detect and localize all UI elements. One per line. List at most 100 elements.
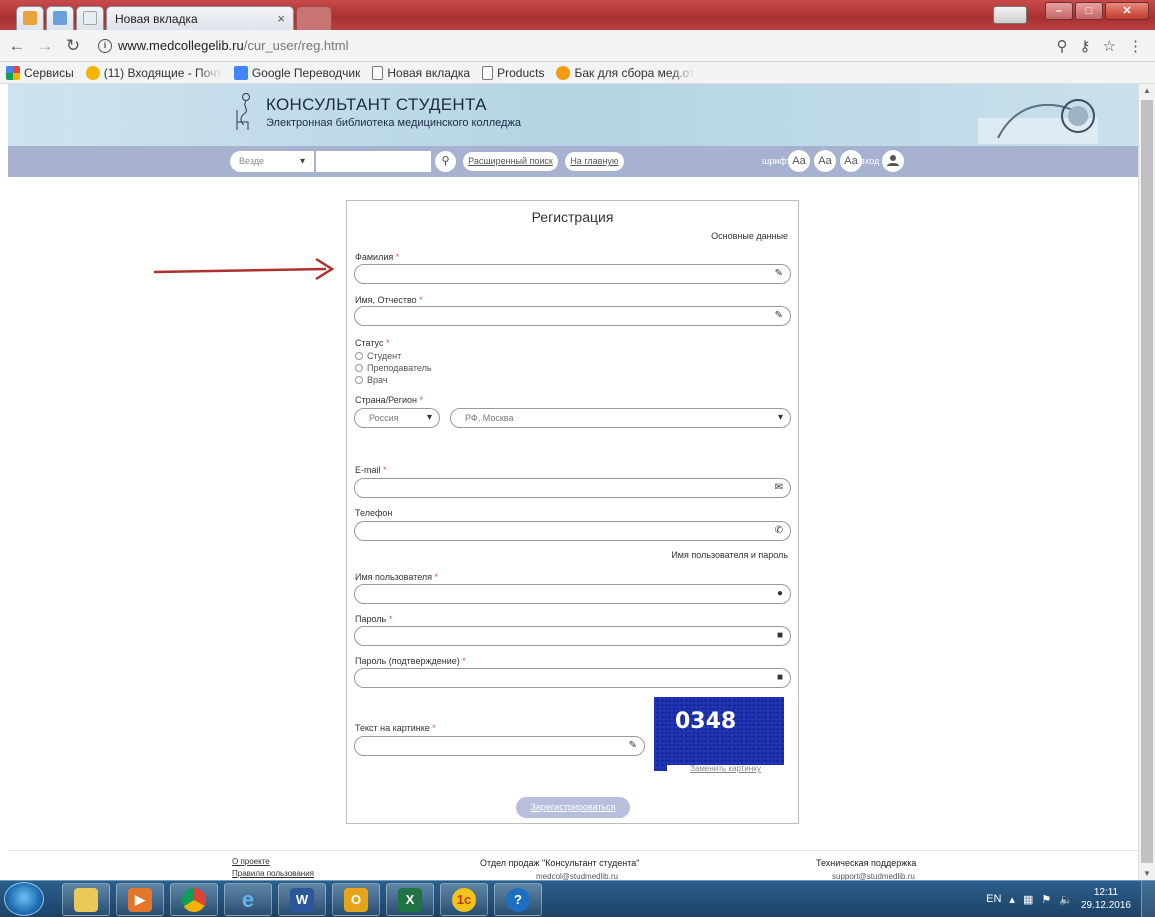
key-icon[interactable]: ⚷ bbox=[1080, 37, 1091, 55]
name-label: Имя, Отчество * bbox=[355, 295, 423, 305]
lock-icon: ■ bbox=[776, 672, 783, 683]
address-bar[interactable]: i www.medcollegelib.ru/cur_user/reg.html bbox=[92, 34, 1047, 58]
scroll-up-icon[interactable]: ▲ bbox=[1143, 86, 1151, 95]
taskbar-media-player[interactable]: ▶ bbox=[116, 883, 164, 916]
username-label: Имя пользователя * bbox=[355, 572, 438, 582]
support-title: Техническая поддержка bbox=[816, 858, 917, 868]
bookmark-label: Бак для сбора мед.от bbox=[574, 65, 695, 80]
required-mark: * bbox=[395, 252, 400, 262]
forward-icon[interactable]: → bbox=[36, 36, 54, 56]
bookmark-translate[interactable]: Google Переводчик bbox=[233, 65, 360, 80]
minimize-button[interactable]: – bbox=[1045, 2, 1073, 20]
status-radio-teacher[interactable]: Преподаватель bbox=[355, 363, 432, 373]
volume-icon[interactable]: 🔈 bbox=[1059, 893, 1073, 906]
username-field[interactable]: ● bbox=[354, 584, 791, 604]
region-select[interactable]: РФ, Москва ▾ bbox=[450, 408, 791, 428]
name-field[interactable]: ✎ bbox=[354, 306, 791, 326]
bookmark-waste-bin[interactable]: Бак для сбора мед.от bbox=[556, 65, 695, 80]
country-value: Россия bbox=[369, 413, 399, 423]
section-login-heading: Имя пользователя и пароль bbox=[671, 550, 788, 560]
captcha-field[interactable]: ✎ bbox=[354, 736, 645, 756]
search-scope-select[interactable]: Везде ▾ bbox=[230, 151, 314, 172]
change-captcha-link[interactable]: Заменить картинку bbox=[667, 765, 784, 775]
user-icon: ● bbox=[776, 588, 783, 599]
pinned-tab-3[interactable] bbox=[76, 6, 104, 30]
scroll-down-icon[interactable]: ▼ bbox=[1143, 869, 1151, 878]
info-icon[interactable]: i bbox=[98, 38, 112, 53]
word-icon: W bbox=[290, 887, 314, 912]
captcha-code: 0348 bbox=[675, 709, 737, 734]
username-label-text: Имя пользователя bbox=[355, 572, 433, 582]
profile-icon[interactable] bbox=[993, 6, 1027, 24]
home-link[interactable]: На главную bbox=[565, 152, 624, 171]
tray-expand-icon[interactable]: ▴ bbox=[1009, 893, 1015, 906]
zoom-icon[interactable]: ⚲ bbox=[1057, 37, 1068, 55]
reload-icon[interactable]: ↻ bbox=[64, 36, 82, 56]
taskbar-explorer[interactable] bbox=[62, 883, 110, 916]
country-select[interactable]: Россия ▾ bbox=[354, 408, 440, 428]
language-indicator[interactable]: EN bbox=[986, 893, 1001, 905]
site-logo[interactable]: КОНСУЛЬТАНТ СТУДЕНТА Электронная библиот… bbox=[234, 92, 521, 132]
font-small-button[interactable]: Aa bbox=[788, 150, 810, 172]
network-icon[interactable]: ▦ bbox=[1023, 893, 1033, 906]
page-icon bbox=[482, 65, 494, 80]
password-confirm-label: Пароль (подтверждение) * bbox=[355, 656, 466, 666]
close-window-button[interactable]: ✕ bbox=[1105, 2, 1149, 20]
phone-label-text: Телефон bbox=[355, 508, 393, 518]
pinned-tab-1[interactable] bbox=[16, 6, 44, 30]
about-link[interactable]: О проекте bbox=[232, 857, 270, 866]
taskbar-outlook[interactable]: O bbox=[332, 883, 380, 916]
scroll-thumb[interactable] bbox=[1141, 100, 1153, 863]
status-radio-doctor[interactable]: Врач bbox=[355, 375, 388, 385]
surname-field[interactable]: ✎ bbox=[354, 264, 791, 284]
maximize-button[interactable]: □ bbox=[1075, 2, 1103, 20]
taskbar-word[interactable]: W bbox=[278, 883, 326, 916]
password-field[interactable]: ■ bbox=[354, 626, 791, 646]
internet-explorer-icon: e bbox=[241, 886, 255, 912]
font-medium-button[interactable]: Aa bbox=[814, 150, 836, 172]
browser-toolbar: ← → ↻ i www.medcollegelib.ru/cur_user/re… bbox=[0, 30, 1155, 62]
taskbar-internet-explorer[interactable]: e bbox=[224, 883, 272, 916]
search-icon[interactable]: ⚲ bbox=[435, 151, 456, 172]
rules-link[interactable]: Правила пользования bbox=[232, 869, 314, 878]
pinned-tab-2[interactable] bbox=[46, 6, 74, 30]
back-icon[interactable]: ← bbox=[8, 36, 26, 56]
section-basic-heading: Основные данные bbox=[711, 231, 788, 241]
user-icon bbox=[887, 155, 899, 166]
login-button[interactable] bbox=[882, 150, 904, 172]
region-value: РФ, Москва bbox=[465, 413, 514, 423]
clock-date: 29.12.2016 bbox=[1080, 900, 1131, 911]
email-field[interactable]: ✉ bbox=[354, 478, 791, 498]
action-center-icon[interactable]: ⚑ bbox=[1041, 893, 1051, 906]
biohazard-icon bbox=[556, 65, 571, 80]
page-scrollbar[interactable]: ▲ ▼ bbox=[1138, 84, 1155, 880]
phone-field[interactable]: ✆ bbox=[354, 521, 791, 541]
menu-icon[interactable]: ⋮ bbox=[1128, 37, 1143, 55]
bookmark-services[interactable]: Сервисы bbox=[6, 65, 74, 80]
taskbar-chrome[interactable] bbox=[170, 883, 218, 916]
clock[interactable]: 12:11 29.12.2016 bbox=[1081, 886, 1131, 912]
required-mark: * bbox=[462, 656, 466, 666]
status-radio-student[interactable]: Студент bbox=[355, 351, 401, 361]
register-button[interactable]: Зарегистрироваться bbox=[516, 797, 630, 818]
start-button[interactable] bbox=[4, 882, 44, 916]
help-icon: ? bbox=[506, 887, 530, 912]
font-large-button[interactable]: Aa bbox=[840, 150, 862, 172]
taskbar-1c[interactable]: 1c bbox=[440, 883, 488, 916]
password-confirm-field[interactable]: ■ bbox=[354, 668, 791, 688]
taskbar-help[interactable]: ? bbox=[494, 883, 542, 916]
tab-active[interactable]: Новая вкладка × bbox=[106, 6, 294, 30]
show-desktop-button[interactable] bbox=[1141, 881, 1155, 917]
site-search-input[interactable] bbox=[316, 151, 431, 172]
star-icon[interactable]: ☆ bbox=[1103, 37, 1116, 55]
surname-label-text: Фамилия bbox=[355, 252, 394, 262]
bookmark-inbox[interactable]: (11) Входящие - Почт bbox=[85, 65, 222, 80]
bookmark-new-tab[interactable]: Новая вкладка bbox=[372, 65, 470, 80]
bookmark-products[interactable]: Products bbox=[482, 65, 544, 80]
new-tab-button[interactable] bbox=[296, 6, 332, 30]
media-player-icon: ▶ bbox=[128, 887, 152, 912]
logo-figure-icon bbox=[236, 93, 250, 130]
taskbar-excel[interactable]: X bbox=[386, 883, 434, 916]
advanced-search-link[interactable]: Расширенный поиск bbox=[463, 152, 558, 171]
close-tab-icon[interactable]: × bbox=[277, 11, 285, 26]
